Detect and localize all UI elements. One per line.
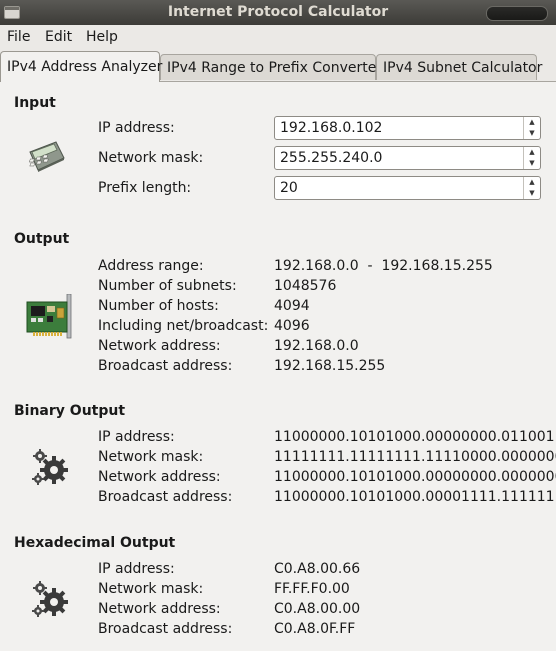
menu-edit[interactable]: Edit (45, 29, 72, 45)
address-range-value: 192.168.0.0 - 192.168.15.255 (274, 258, 493, 274)
gears-icon (30, 446, 70, 492)
hex-network-mask-label: Network mask: (98, 581, 204, 597)
hex-network-address-label: Network address: (98, 601, 221, 617)
window-controls[interactable] (486, 6, 548, 21)
hex-broadcast-address-value: C0.A8.0F.FF (274, 621, 356, 637)
number-of-subnets-value: 1048576 (274, 278, 337, 294)
chevron-down-icon[interactable]: ▼ (524, 188, 540, 199)
tab-ipv4-subnet-calculator[interactable]: IPv4 Subnet Calculator (376, 54, 542, 80)
number-of-hosts-label: Number of hosts: (98, 298, 219, 314)
binary-network-mask-label: Network mask: (98, 449, 204, 465)
chevron-up-icon[interactable]: ▲ (524, 177, 540, 188)
network-mask-label: Network mask: (98, 150, 204, 166)
ip-address-spin-buttons[interactable]: ▲ ▼ (523, 117, 540, 139)
network-mask-spinbox[interactable]: ▲ ▼ (274, 146, 541, 170)
hex-ip-address-value: C0.A8.00.66 (274, 561, 361, 577)
ip-address-input[interactable] (275, 117, 523, 139)
network-address-value: 192.168.0.0 (274, 338, 359, 354)
menu-file[interactable]: File (7, 29, 30, 45)
number-of-subnets-label: Number of subnets: (98, 278, 237, 294)
number-of-hosts-value: 4094 (274, 298, 310, 314)
network-mask-input[interactable] (275, 147, 523, 169)
binary-broadcast-address-label: Broadcast address: (98, 489, 233, 505)
broadcast-address-label: Broadcast address: (98, 358, 233, 374)
binary-network-address-value: 11000000.10101000.00000000.00000000 (274, 469, 556, 485)
broadcast-address-value: 192.168.15.255 (274, 358, 386, 374)
hex-network-address-value: C0.A8.00.00 (274, 601, 361, 617)
chevron-up-icon[interactable]: ▲ (524, 117, 540, 128)
including-net-broadcast-value: 4096 (274, 318, 310, 334)
network-mask-spin-buttons[interactable]: ▲ ▼ (523, 147, 540, 169)
chevron-up-icon[interactable]: ▲ (524, 147, 540, 158)
binary-broadcast-address-value: 11000000.10101000.00001111.11111111 (274, 489, 556, 505)
analyzer-panel: Input IP address: ▲ ▼ Network mask: (0, 81, 556, 651)
tab-bar: IPv4 Address Analyzer IPv4 Range to Pref… (0, 51, 556, 82)
binary-output-section-title: Binary Output (14, 403, 126, 419)
prefix-length-input[interactable] (275, 177, 523, 199)
window-icon[interactable] (4, 6, 20, 19)
title-bar: Internet Protocol Calculator (0, 0, 556, 25)
input-section-title: Input (14, 95, 56, 111)
binary-ip-address-value: 11000000.10101000.00000000.01100110 (274, 429, 556, 445)
hex-ip-address-label: IP address: (98, 561, 175, 577)
address-range-label: Address range: (98, 258, 204, 274)
network-address-label: Network address: (98, 338, 221, 354)
window-title: Internet Protocol Calculator (167, 4, 389, 20)
calculator-icon (26, 138, 66, 178)
menu-bar: File Edit Help (0, 25, 556, 51)
chevron-down-icon[interactable]: ▼ (524, 158, 540, 169)
hex-broadcast-address-label: Broadcast address: (98, 621, 233, 637)
prefix-length-spinbox[interactable]: ▲ ▼ (274, 176, 541, 200)
ip-address-label: IP address: (98, 120, 175, 136)
binary-network-mask-value: 11111111.11111111.11110000.00000000 (274, 449, 556, 465)
tab-ipv4-range-to-prefix[interactable]: IPv4 Range to Prefix Converter (160, 54, 382, 80)
menu-help[interactable]: Help (86, 29, 118, 45)
hex-network-mask-value: FF.FF.F0.00 (274, 581, 350, 597)
gears-icon (30, 578, 70, 624)
output-section-title: Output (14, 231, 70, 247)
binary-network-address-label: Network address: (98, 469, 221, 485)
tab-ipv4-address-analyzer[interactable]: IPv4 Address Analyzer (0, 51, 162, 82)
hexadecimal-output-section-title: Hexadecimal Output (14, 535, 176, 551)
network-card-icon (25, 293, 73, 344)
including-net-broadcast-label: Including net/broadcast: (98, 318, 269, 334)
chevron-down-icon[interactable]: ▼ (524, 128, 540, 139)
prefix-length-label: Prefix length: (98, 180, 192, 196)
binary-ip-address-label: IP address: (98, 429, 175, 445)
ip-address-spinbox[interactable]: ▲ ▼ (274, 116, 541, 140)
prefix-length-spin-buttons[interactable]: ▲ ▼ (523, 177, 540, 199)
